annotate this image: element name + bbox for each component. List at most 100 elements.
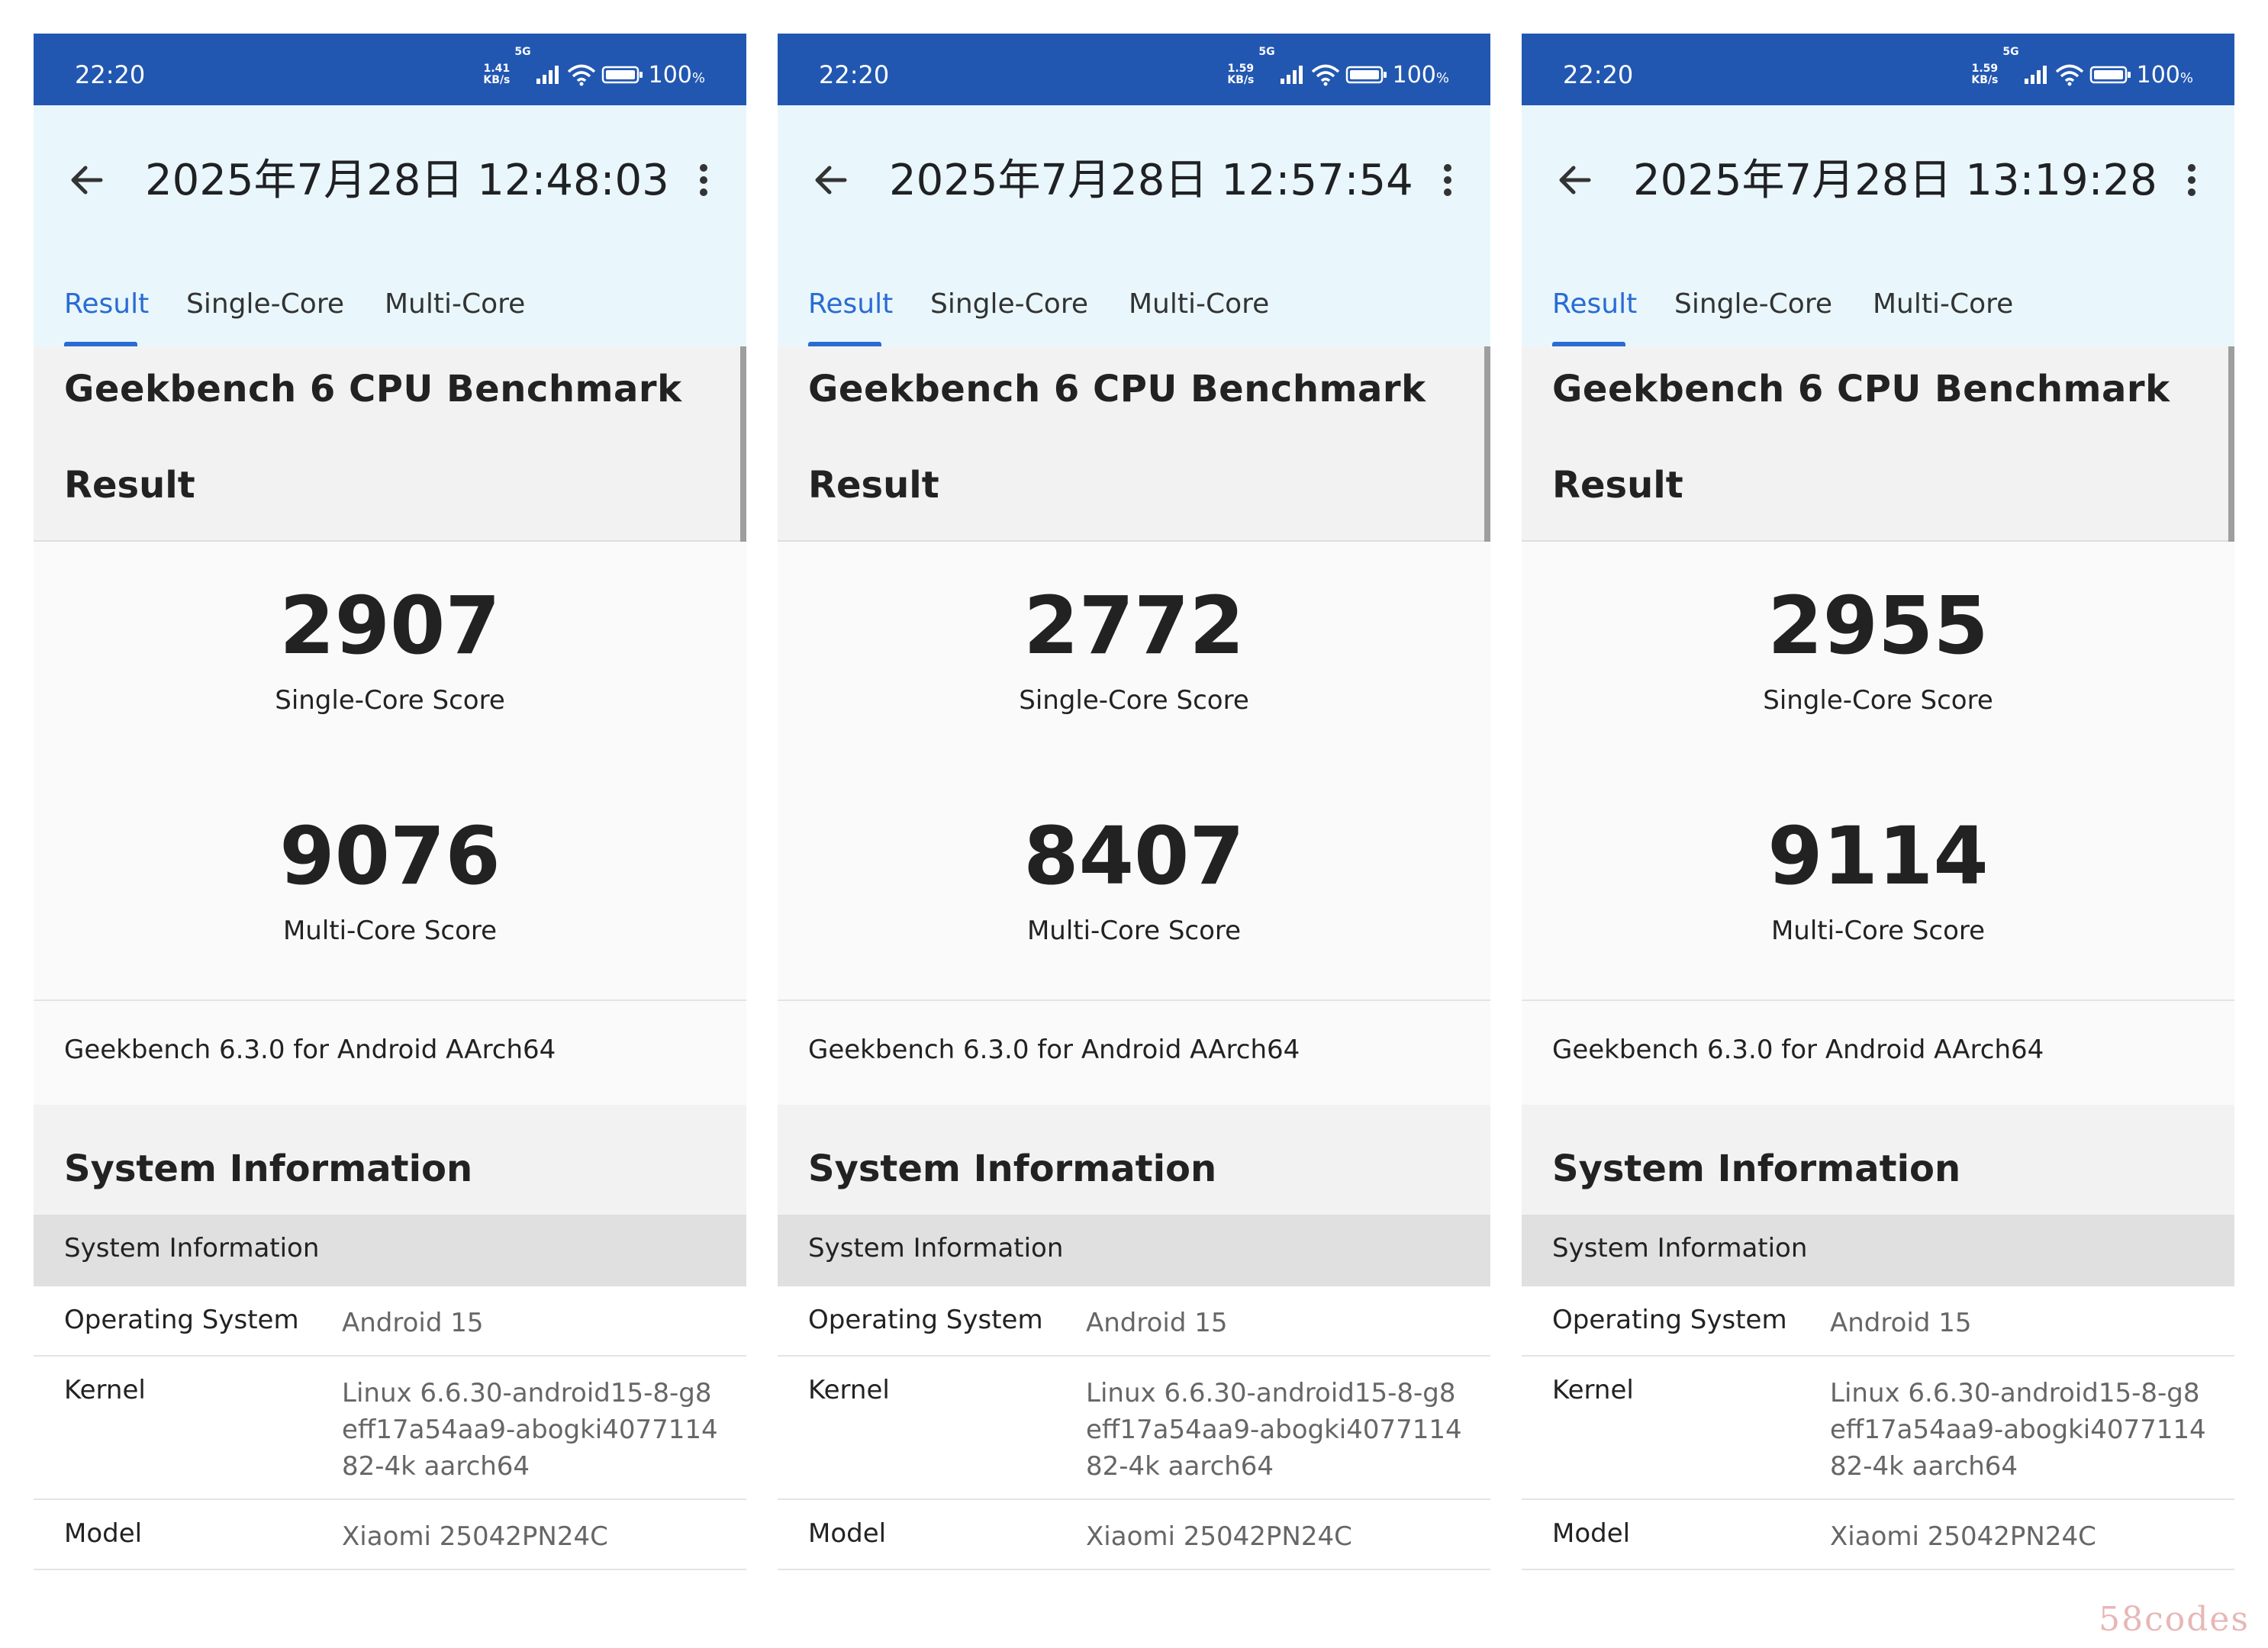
app-bar: 2025年7月28日 12:48:03 Result Single-Core Mul… — [34, 105, 746, 346]
version-row: Geekbench 6.3.0 for Android AArch64 — [34, 1001, 746, 1105]
network-type: 5G — [1258, 46, 1275, 58]
info-key: Operating System — [1552, 1305, 1787, 1335]
system-info-title: System Information — [64, 1147, 473, 1190]
single-core-score: 2772 — [1023, 579, 1245, 672]
system-info-subheader-label: System Information — [1552, 1233, 1808, 1263]
status-icons: 1.59 KB/s 5G 100% — [1227, 34, 1449, 105]
multi-core-score: 9076 — [279, 810, 501, 903]
benchmark-header: Geekbench 6 CPU Benchmark Result — [778, 346, 1490, 542]
battery-percent: 100% — [2136, 61, 2193, 89]
result-heading: Result — [64, 464, 195, 507]
system-info-title: System Information — [808, 1147, 1217, 1190]
benchmark-title: Geekbench 6 CPU Benchmark — [808, 368, 1426, 410]
single-core-label: Single-Core Score — [1763, 685, 1993, 716]
single-core-score: 2907 — [279, 579, 501, 672]
more-options-icon[interactable] — [688, 157, 719, 203]
info-key: Kernel — [808, 1375, 890, 1405]
info-row: Kernel Linux 6.6.30-android15-8-g8eff17a… — [1522, 1357, 2234, 1500]
battery-icon — [1345, 66, 1387, 84]
page-title: 2025年7月28日 12:48:03 — [145, 156, 669, 205]
battery-percent: 100% — [648, 61, 705, 89]
single-core-label: Single-Core Score — [1019, 685, 1249, 716]
network-type: 5G — [2002, 46, 2019, 58]
page-title: 2025年7月28日 13:19:28 — [1633, 156, 2157, 205]
tab-single-core[interactable]: Single-Core — [1674, 285, 1832, 323]
wifi-icon — [2055, 64, 2083, 86]
benchmark-title: Geekbench 6 CPU Benchmark — [64, 368, 682, 410]
info-key: Kernel — [64, 1375, 146, 1405]
multi-core-label: Multi-Core Score — [1770, 916, 1986, 946]
system-info-section: System Information — [34, 1105, 746, 1215]
tab-multi-core[interactable]: Multi-Core — [385, 285, 525, 323]
watermark: 58codes — [2099, 1600, 2250, 1639]
info-value: Xiaomi 25042PN24C — [1086, 1521, 1352, 1552]
multi-core-score: 8407 — [1023, 810, 1245, 903]
network-speed-value: 1.59 — [1227, 63, 1255, 75]
phone-screen: 22:20 1.59 KB/s 5G — [778, 34, 1490, 1590]
tab-multi-core[interactable]: Multi-Core — [1129, 285, 1269, 323]
battery-icon — [601, 66, 643, 84]
app-bar: 2025年7月28日 12:57:54 Result Single-Core Mul… — [778, 105, 1490, 346]
tab-result[interactable]: Result — [64, 285, 149, 323]
system-info-subheader: System Information — [34, 1215, 746, 1286]
status-icons: 1.59 KB/s 5G 100% — [1971, 34, 2193, 105]
info-value: Linux 6.6.30-android15-8-g8eff17a54aa9-a… — [1086, 1378, 1462, 1482]
score-area: 2772 Single-Core Score 8407 Multi-Core S… — [778, 542, 1490, 1001]
tab-result[interactable]: Result — [1552, 285, 1637, 323]
more-options-icon[interactable] — [2176, 157, 2207, 203]
single-core-score: 2955 — [1767, 579, 1989, 672]
back-arrow-icon[interactable] — [64, 157, 110, 203]
app-bar: 2025年7月28日 13:19:28 Result Single-Core Mul… — [1522, 105, 2234, 346]
info-value: Xiaomi 25042PN24C — [1830, 1521, 2096, 1552]
back-arrow-icon[interactable] — [1552, 157, 1598, 203]
info-row: Operating System Android 15 — [1522, 1286, 2234, 1357]
network-speed-unit: KB/s — [1971, 74, 1999, 86]
info-row: Kernel Linux 6.6.30-android15-8-g8eff17a… — [34, 1357, 746, 1500]
info-key: Operating System — [64, 1305, 299, 1335]
system-info-title: System Information — [1552, 1147, 1961, 1190]
multi-core-label: Multi-Core Score — [1026, 916, 1242, 946]
status-bar: 22:20 1.41 KB/s 5G 100% — [34, 34, 746, 105]
version-text: Geekbench 6.3.0 for Android AArch64 — [64, 1035, 556, 1065]
info-key: Model — [1552, 1518, 1631, 1549]
info-value: Linux 6.6.30-android15-8-g8eff17a54aa9-a… — [342, 1378, 718, 1482]
network-type: 5G — [514, 46, 531, 58]
tab-multi-core[interactable]: Multi-Core — [1873, 285, 2013, 323]
wifi-icon — [567, 64, 595, 86]
info-row: Model Xiaomi 25042PN24C — [34, 1500, 746, 1570]
version-row: Geekbench 6.3.0 for Android AArch64 — [1522, 1001, 2234, 1105]
system-info-section: System Information — [778, 1105, 1490, 1215]
system-info-subheader: System Information — [778, 1215, 1490, 1286]
tab-single-core[interactable]: Single-Core — [186, 285, 344, 323]
info-value: Android 15 — [1086, 1308, 1228, 1338]
wifi-icon — [1311, 64, 1339, 86]
info-key: Model — [64, 1518, 143, 1549]
info-row: Model Xiaomi 25042PN24C — [778, 1500, 1490, 1570]
battery-icon — [2089, 66, 2131, 84]
info-key: Operating System — [808, 1305, 1043, 1335]
signal-icon — [536, 66, 559, 84]
info-row: Operating System Android 15 — [778, 1286, 1490, 1357]
screenshot-collage: 22:20 1.41 KB/s 5G 100% 2025年7月28日 12:48… — [0, 0, 2268, 1648]
score-area: 2955 Single-Core Score 9114 Multi-Core S… — [1522, 542, 2234, 1001]
benchmark-header: Geekbench 6 CPU Benchmark Result — [34, 346, 746, 542]
benchmark-header: Geekbench 6 CPU Benchmark Result — [1522, 346, 2234, 542]
result-heading: Result — [1552, 464, 1683, 507]
status-time: 22:20 — [75, 60, 146, 89]
info-value: Android 15 — [342, 1308, 484, 1338]
more-options-icon[interactable] — [1432, 157, 1463, 203]
phone-screen: 22:20 1.41 KB/s 5G 100% 2025年7月28日 12:48… — [34, 34, 746, 1590]
network-speed: 1.41 KB/s — [483, 63, 510, 86]
network-speed: 1.59 KB/s — [1971, 63, 1998, 86]
status-bar: 22:20 1.59 KB/s 5G 100% — [778, 34, 1490, 105]
tab-single-core[interactable]: Single-Core — [930, 285, 1088, 323]
signal-icon — [1280, 66, 1303, 84]
info-value: Android 15 — [1830, 1308, 1972, 1338]
tab-result[interactable]: Result — [808, 285, 893, 323]
back-arrow-icon[interactable] — [808, 157, 854, 203]
status-time: 22:20 — [1563, 60, 1634, 89]
info-key: Model — [808, 1518, 887, 1549]
network-speed-unit: KB/s — [1227, 74, 1255, 86]
network-speed: 1.59 KB/s — [1227, 63, 1254, 86]
info-row: Kernel Linux 6.6.30-android15-8-g8eff17a… — [778, 1357, 1490, 1500]
